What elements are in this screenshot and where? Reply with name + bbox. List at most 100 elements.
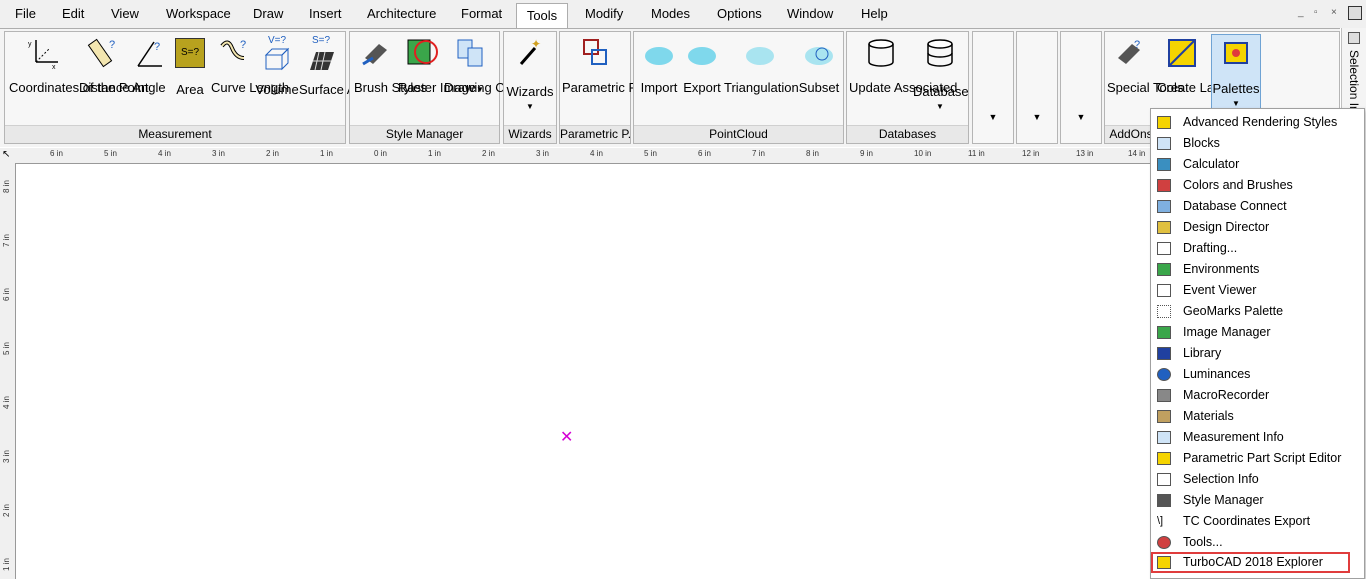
dropdown-item-selection-info[interactable]: Selection Info: [1151, 469, 1364, 490]
pin-icon[interactable]: [1348, 32, 1360, 44]
tool-special-tools[interactable]: ? Special Tools: [1107, 34, 1183, 95]
menu-workspace[interactable]: Workspace: [160, 4, 237, 24]
svg-text:?: ?: [109, 39, 115, 51]
menu-draw[interactable]: Draw: [247, 4, 289, 24]
palettes-icon: [1224, 42, 1248, 64]
tool-drawing-compare[interactable]: Drawing Compare: [444, 34, 549, 95]
tool-distance[interactable]: ? Distance: [79, 34, 130, 95]
menu-format[interactable]: Format: [455, 4, 508, 24]
menu-options[interactable]: Options: [711, 4, 768, 24]
style-manager-icon: [1157, 494, 1171, 507]
menu-tools[interactable]: Tools: [516, 3, 568, 28]
subset-icon: [805, 47, 833, 65]
group-label-measurement: Measurement: [5, 125, 345, 143]
dropdown-item-environments[interactable]: Environments: [1151, 259, 1364, 280]
menu-architecture[interactable]: Architecture: [361, 4, 442, 24]
ruler-label: 5 in: [2, 342, 11, 355]
close-button[interactable]: ×: [1331, 7, 1337, 18]
group-measurement: yx Coordinates of the Point ? Distance ?…: [4, 31, 374, 144]
dropdown-item-calculator[interactable]: Calculator: [1151, 154, 1364, 175]
empty-group-1[interactable]: ▼: [972, 31, 1014, 144]
tool-brush-styles[interactable]: Brush Styles: [354, 34, 427, 95]
panel-icon[interactable]: [1348, 6, 1362, 20]
ruler-label: 8 in: [2, 180, 11, 193]
dropdown-item-event-viewer[interactable]: Event Viewer: [1151, 280, 1364, 301]
tool-import[interactable]: Import: [638, 34, 680, 95]
empty-group-2[interactable]: ▼: [1016, 31, 1058, 144]
menu-view[interactable]: View: [105, 4, 145, 24]
curve-length-icon: ?: [220, 39, 246, 60]
dropdown-item-measurement-info[interactable]: Measurement Info: [1151, 427, 1364, 448]
empty-group-3[interactable]: ▼: [1060, 31, 1102, 144]
group-label-wizards: Wizards: [504, 125, 556, 143]
dropdown-item-materials[interactable]: Materials: [1151, 406, 1364, 427]
tool-raster-image[interactable]: Raster Image▼: [398, 34, 484, 97]
tool-surface-area[interactable]: S=? Surface Area: [299, 34, 374, 98]
tool-palettes[interactable]: Palettes ▼: [1211, 34, 1261, 110]
area-icon: S=?: [175, 38, 205, 68]
dropdown-item-database-connect[interactable]: Database Connect: [1151, 196, 1364, 217]
menu-help[interactable]: Help: [855, 4, 894, 24]
group-label-pointcloud: PointCloud: [634, 125, 843, 143]
menu-window[interactable]: Window: [781, 4, 839, 24]
group-style-manager: Brush Styles Raster Image▼ Drawing Compa…: [349, 31, 549, 144]
tool-curve-length[interactable]: ? Curve Length: [211, 34, 289, 95]
menu-modify[interactable]: Modify: [579, 4, 629, 24]
ruler-corner-icon[interactable]: ↖: [2, 149, 10, 160]
dropdown-item-advanced-rendering-styles[interactable]: Advanced Rendering Styles: [1151, 112, 1364, 133]
dropdown-item-tc-coordinates-export[interactable]: \] TC Coordinates Export: [1151, 511, 1364, 532]
dropdown-item-blocks[interactable]: Blocks: [1151, 133, 1364, 154]
tool-volume[interactable]: V=? Volume: [255, 34, 299, 98]
special-tools-icon: ?: [1118, 39, 1140, 64]
image-manager-icon: [1157, 326, 1171, 339]
ruler-label: 4 in: [2, 396, 11, 409]
restore-button[interactable]: ▫: [1314, 7, 1318, 18]
dropdown-item-design-director[interactable]: Design Director: [1151, 217, 1364, 238]
ruler-label: 1 in: [428, 149, 441, 158]
tool-update-associated[interactable]: Update Associated: [849, 34, 957, 95]
dropdown-item-geomarks-palette[interactable]: GeoMarks Palette: [1151, 301, 1364, 322]
geomarks-icon: [1157, 305, 1171, 318]
dropdown-item-tools[interactable]: Tools...: [1151, 532, 1364, 553]
dropdown-item-library[interactable]: Library: [1151, 343, 1364, 364]
tool-subset[interactable]: Subset: [798, 34, 840, 95]
distance-icon: ?: [87, 38, 115, 68]
menu-file[interactable]: File: [9, 4, 42, 24]
event-viewer-icon: [1157, 284, 1171, 297]
coordinates-icon: yx: [28, 40, 58, 70]
dropdown-item-turbocad-explorer[interactable]: TurboCAD 2018 Explorer: [1151, 552, 1350, 573]
dropdown-item-colors-and-brushes[interactable]: Colors and Brushes: [1151, 175, 1364, 196]
ruler-label: 5 in: [644, 149, 657, 158]
ruler-label: 1 in: [2, 558, 11, 571]
calculator-icon: [1157, 158, 1171, 171]
tool-database[interactable]: Database ▼: [913, 34, 969, 114]
svg-text:?: ?: [1134, 39, 1140, 51]
dropdown-item-style-manager[interactable]: Style Manager: [1151, 490, 1364, 511]
minimize-button[interactable]: _: [1298, 7, 1304, 18]
tool-area[interactable]: S=? Area: [171, 34, 209, 97]
dropdown-item-parametric-part-script-editor[interactable]: Parametric Part Script Editor: [1151, 448, 1364, 469]
tool-create-layout[interactable]: Create Layout: [1157, 34, 1239, 95]
tool-triangulation[interactable]: Triangulation: [724, 34, 799, 95]
drawing-canvas[interactable]: [16, 164, 1150, 579]
tool-coordinates[interactable]: yx Coordinates of the Point: [9, 34, 148, 95]
tool-export[interactable]: Export: [682, 34, 722, 95]
drafting-icon: [1157, 242, 1171, 255]
tool-wizards[interactable]: ✦ Wizards ▼: [506, 34, 554, 114]
menu-modes[interactable]: Modes: [645, 4, 696, 24]
group-pointcloud: Import Export Triangulation Subset Point…: [633, 31, 844, 144]
group-wizards: ✦ Wizards ▼ Wizards: [503, 31, 557, 144]
database-connect-icon: [1157, 200, 1171, 213]
ruler-label: 5 in: [104, 149, 117, 158]
menu-edit[interactable]: Edit: [56, 4, 90, 24]
dropdown-item-image-manager[interactable]: Image Manager: [1151, 322, 1364, 343]
dropdown-item-macrorecorder[interactable]: MacroRecorder: [1151, 385, 1364, 406]
ribbon: yx Coordinates of the Point ? Distance ?…: [0, 28, 1340, 147]
dropdown-item-drafting[interactable]: Drafting...: [1151, 238, 1364, 259]
ruler-label: 10 in: [914, 149, 932, 158]
dropdown-item-luminances[interactable]: Luminances: [1151, 364, 1364, 385]
tool-angle[interactable]: ? Angle: [129, 34, 169, 95]
measurement-info-icon: [1157, 431, 1171, 444]
tool-parametric-part[interactable]: Parametric Part▼: [562, 34, 660, 97]
menu-insert[interactable]: Insert: [303, 4, 348, 24]
